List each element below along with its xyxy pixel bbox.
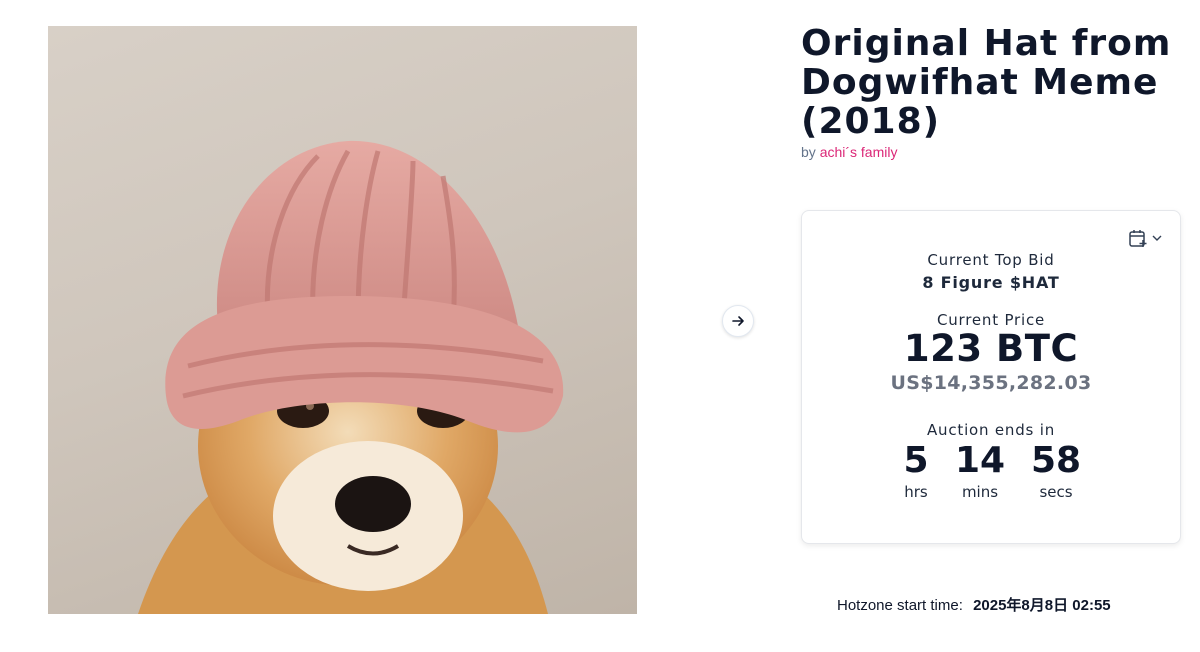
hotzone-start-time: Hotzone start time: 2025年8月8日 02:55 <box>837 594 1111 615</box>
top-bid-label: Current Top Bid <box>927 251 1055 269</box>
creator-byline: by achi´s family <box>801 144 897 160</box>
calendar-plus-icon <box>1129 230 1147 247</box>
chevron-down-icon <box>1152 235 1162 241</box>
byline-prefix: by <box>801 144 816 160</box>
top-bid-value: 8 Figure $HAT <box>922 273 1060 292</box>
price-value: 123 BTC <box>903 327 1079 370</box>
creator-link[interactable]: achi´s family <box>820 144 898 160</box>
price-usd: US$14,355,282.03 <box>890 372 1092 394</box>
listing-title: Original Hat from Dogwifhat Meme (2018) <box>801 23 1172 142</box>
countdown-unit: hrs <box>904 483 928 501</box>
countdown-seconds: 58 secs <box>1026 441 1086 503</box>
countdown-value: 5 <box>903 440 929 481</box>
countdown-value: 14 <box>954 440 1006 481</box>
arrow-right-icon <box>732 316 744 326</box>
countdown-unit: mins <box>961 483 999 501</box>
add-to-calendar-button[interactable] <box>1128 227 1162 249</box>
countdown-value: 58 <box>1030 440 1082 481</box>
countdown-unit: secs <box>1039 483 1073 501</box>
next-artwork-button[interactable] <box>722 305 754 337</box>
dog-with-pink-knit-hat-image <box>138 140 564 614</box>
countdown-minutes: 14 mins <box>950 441 1010 503</box>
auction-ends-label: Auction ends in <box>926 421 1056 439</box>
hotzone-value: 2025年8月8日 02:55 <box>973 597 1111 614</box>
auction-card: Current Top Bid 8 Figure $HAT Current Pr… <box>801 210 1181 544</box>
hotzone-label: Hotzone start time: <box>837 597 963 614</box>
countdown-hours: 5 hrs <box>896 441 936 503</box>
countdown-timer: 5 hrs 14 mins 58 secs <box>802 441 1180 503</box>
artwork-image <box>48 26 637 614</box>
